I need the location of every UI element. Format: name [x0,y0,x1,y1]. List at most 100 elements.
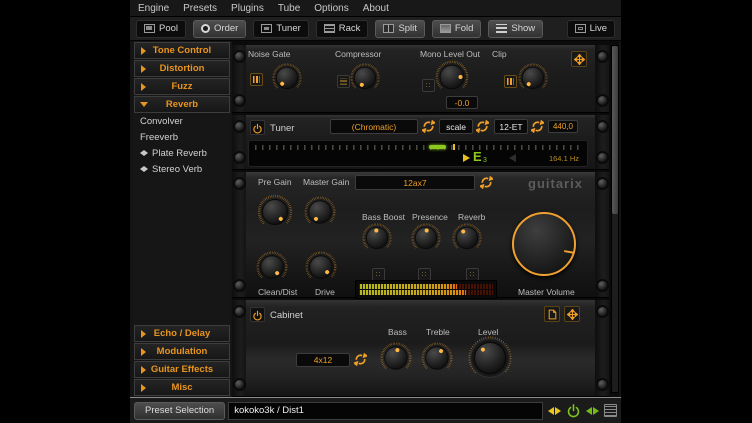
pre-gain-label: Pre Gain [258,177,292,187]
sidebar-category-misc[interactable]: Misc [134,379,230,396]
reload-icon[interactable] [422,120,435,133]
tuner-reference-pitch[interactable]: 440,0 [548,120,578,133]
cabinet-model-select[interactable]: 4x12 [296,353,350,367]
live-button[interactable]: Live [567,20,615,38]
cabinet-title: Cabinet [270,310,303,321]
mono-rack-unit: Noise Gate Compressor Mono Level Out Cli… [232,45,609,112]
bars-icon [253,76,260,83]
drive-knob[interactable] [303,249,339,285]
fold-button[interactable]: Fold [432,20,481,38]
sidebar-category-tone-control[interactable]: Tone Control [134,42,230,59]
master-gain-knob[interactable] [302,194,338,230]
sidebar-category-echo-delay[interactable]: Echo / Delay [134,325,230,342]
menu-options[interactable]: Options [314,3,348,14]
bars-icon [507,78,514,85]
order-button[interactable]: Order [193,20,246,38]
cabinet-treble-knob[interactable] [419,340,455,376]
live-icon [575,24,586,33]
toolbar: Pool Order Tuner Rack Split Fold [130,17,621,41]
tube-select[interactable]: 12ax7 [355,175,475,190]
move-icon[interactable] [564,306,580,322]
tuner-mode-select[interactable]: (Chromatic) [330,119,418,134]
cabinet-level-knob[interactable] [465,333,515,383]
plugin-sidebar: Tone Control Distortion Fuzz Reverb Conv… [133,41,231,397]
chevron-right-icon [141,366,146,374]
preset-input[interactable] [228,402,543,420]
tuner-button[interactable]: Tuner [253,20,308,38]
preset-selection-button[interactable]: Preset Selection [134,402,225,420]
amp-rack-unit: Pre Gain Master Gain 12ax7 guitarix Bass… [232,172,609,297]
plugin-label: Freeverb [140,132,178,143]
tuner-display: E 3 164.1 Hz [248,140,588,167]
menu-plugins[interactable]: Plugins [231,3,264,14]
power-green-icon[interactable] [566,403,581,418]
reload-icon[interactable] [354,353,367,366]
sidebar-category-fuzz[interactable]: Fuzz [134,78,230,95]
plugin-label: Convolver [140,116,183,127]
rack-rail-right [595,172,609,297]
tuner-label: Tuner [276,23,300,34]
bass-boost-knob[interactable] [360,221,394,255]
plugin-label: Stereo Verb [152,164,202,175]
noise-gate-toggle-button[interactable] [250,73,263,86]
screw-icon [598,52,607,61]
order-label: Order [214,23,238,34]
cabinet-treble-label: Treble [426,327,450,337]
grid-icon [375,271,382,278]
show-button[interactable]: Show [488,20,543,38]
rack-button[interactable]: Rack [316,20,369,38]
menu-about[interactable]: About [363,3,389,14]
tuner-scale-select[interactable]: scale [439,119,473,134]
sidebar-category-reverb[interactable]: Reverb [134,96,230,113]
menu-tube[interactable]: Tube [278,3,300,14]
clip-knob[interactable] [516,61,550,95]
compressor-knob[interactable] [348,61,382,95]
reload-icon[interactable] [480,176,493,189]
menu-engine[interactable]: Engine [138,3,169,14]
list-icon[interactable] [604,404,617,417]
left-right-arrows-green-icon[interactable] [586,407,599,415]
plugin-item-stereo-verb[interactable]: Stereo Verb [133,161,231,177]
rack-scrollbar[interactable] [611,45,619,393]
mono-level-out-knob[interactable] [433,58,471,96]
pre-gain-knob[interactable] [255,192,295,232]
plugin-item-plate-reverb[interactable]: Plate Reverb [133,145,231,161]
move-icon[interactable] [571,51,587,67]
mono-level-value-box[interactable]: -0.0 [446,96,478,109]
plugin-item-freeverb[interactable]: Freeverb [133,129,231,145]
pool-button[interactable]: Pool [136,20,186,38]
plugin-item-convolver[interactable]: Convolver [133,113,231,129]
menu-presets[interactable]: Presets [183,3,217,14]
master-volume-knob[interactable] [512,212,576,276]
chevron-right-icon [141,348,146,356]
split-button[interactable]: Split [375,20,424,38]
reload-icon[interactable] [531,120,544,133]
tuner-panel: Tuner (Chromatic) scale 12-ET 440,0 E [246,115,595,169]
master-volume-label: Master Volume [518,287,575,297]
sidebar-bottom-categories: Echo / Delay Modulation Guitar Effects M… [133,324,231,396]
cabinet-power-button[interactable] [250,307,265,322]
bars-icon [340,78,347,85]
rack-rail-left [232,300,246,396]
tuner-temperament-select[interactable]: 12-ET [494,119,528,134]
tuner-power-button[interactable] [250,120,265,135]
scrollbar-thumb[interactable] [612,46,618,214]
reverb-knob[interactable] [450,221,484,255]
cabinet-bass-knob[interactable] [378,340,414,376]
sidebar-category-modulation[interactable]: Modulation [134,343,230,360]
drive-label: Drive [315,287,335,297]
clean-dist-knob[interactable] [254,249,290,285]
left-right-arrows-yellow-icon[interactable] [548,407,561,415]
rack-rail-left [232,172,246,297]
presence-knob[interactable] [409,221,443,255]
sidebar-category-distortion[interactable]: Distortion [134,60,230,77]
sidebar-category-guitar-effects[interactable]: Guitar Effects [134,361,230,378]
screw-icon [598,153,607,162]
chevron-right-icon [141,83,146,91]
document-icon[interactable] [544,306,560,322]
clean-dist-label: Clean/Dist [258,287,297,297]
split-label: Split [398,23,416,34]
reload-icon[interactable] [476,120,489,133]
split-icon [383,24,394,33]
noise-gate-knob[interactable] [270,61,304,95]
